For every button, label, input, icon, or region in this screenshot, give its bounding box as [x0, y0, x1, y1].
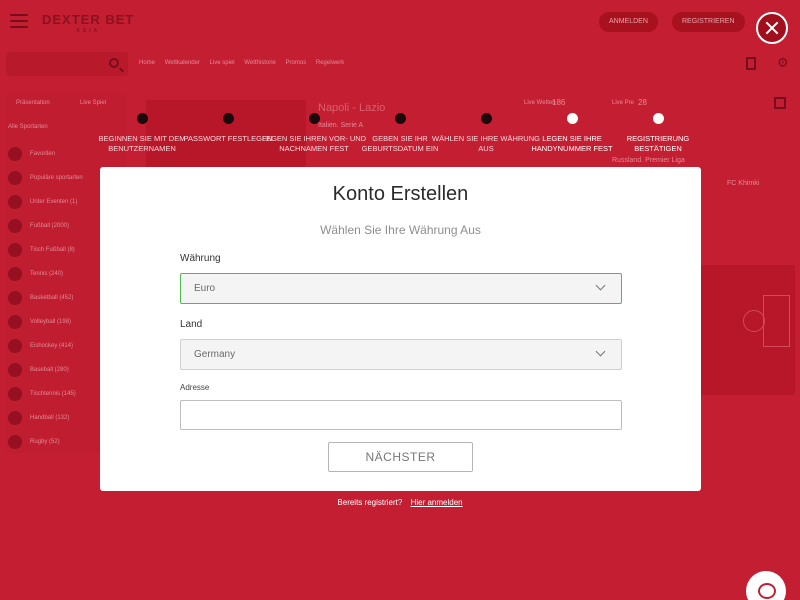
- table-tennis-icon: [8, 387, 22, 401]
- nav-link[interactable]: Promos: [286, 60, 307, 66]
- next-button[interactable]: NÄCHSTER: [328, 442, 473, 472]
- search-icon[interactable]: [109, 58, 119, 68]
- right-league: Russland. Premier Liga: [612, 157, 685, 164]
- sidebar-item[interactable]: Tennis (240): [8, 267, 63, 281]
- hockey-icon: [8, 339, 22, 353]
- already-registered-text: Bereits registriert?: [337, 498, 403, 507]
- registration-modal: Konto Erstellen Wählen Sie Ihre Währung …: [100, 167, 701, 491]
- chevron-down-icon: [595, 346, 606, 357]
- nav-link[interactable]: Regelwerk: [316, 60, 344, 66]
- modal-subtitle: Wählen Sie Ihre Währung Aus: [320, 223, 481, 237]
- nav-link[interactable]: Live spiel: [210, 60, 235, 66]
- sport-icon: [8, 171, 22, 185]
- login-button[interactable]: ANMELDEN: [599, 12, 658, 32]
- login-prompt: Bereits registriert? Hier anmelden: [0, 498, 800, 507]
- sport-icon: [8, 195, 22, 209]
- register-button[interactable]: REGISTRIEREN: [672, 12, 745, 32]
- country-label: Land: [180, 319, 203, 330]
- volleyball-icon: [8, 315, 22, 329]
- sidebar-tab[interactable]: Präsentation: [16, 100, 50, 106]
- brand-logo[interactable]: DEXTER BET ASIA: [42, 12, 134, 34]
- step-dot: [222, 113, 234, 124]
- tennis-ball-icon: [8, 267, 22, 281]
- country-select[interactable]: Germany: [180, 339, 622, 370]
- sidebar-item[interactable]: Rugby (52): [8, 435, 60, 449]
- sidebar-item[interactable]: Basketball (452): [8, 291, 73, 305]
- nav-link[interactable]: Home: [139, 60, 155, 66]
- step-dot: [566, 113, 578, 124]
- sidebar-item[interactable]: Unter Eventen (1): [8, 195, 77, 209]
- step-dot: [136, 113, 148, 124]
- sidebar-tab[interactable]: Live Spiel: [80, 100, 106, 106]
- currency-value: Euro: [194, 283, 216, 294]
- rugby-ball-icon: [8, 435, 22, 449]
- handball-icon: [8, 411, 22, 425]
- step-dot: [652, 113, 664, 124]
- country-value: Germany: [194, 349, 236, 360]
- currency-label: Währung: [180, 253, 221, 264]
- logo-subtext: ASIA: [76, 28, 101, 34]
- sidebar-item[interactable]: Eishockey (414): [8, 339, 73, 353]
- right-team: FC Khimki: [727, 180, 760, 187]
- address-input[interactable]: [180, 400, 622, 430]
- currency-select[interactable]: Euro: [180, 273, 622, 304]
- chevron-down-icon: [595, 280, 606, 291]
- step-dot: [308, 113, 320, 124]
- menu-icon[interactable]: [10, 14, 28, 28]
- gear-icon[interactable]: ⚙: [777, 56, 789, 69]
- nav-link[interactable]: Wetthistorie: [244, 60, 276, 66]
- sidebar-item[interactable]: Volleyball (198): [8, 315, 71, 329]
- top-bar: DEXTER BET ASIA ANMELDEN REGISTRIEREN: [0, 0, 800, 44]
- nav-link[interactable]: Wettkalender: [165, 60, 200, 66]
- logo-text: DEXTER BET: [42, 12, 135, 27]
- sidebar-item[interactable]: Handball (132): [8, 411, 69, 425]
- calculator-icon[interactable]: [746, 57, 756, 70]
- close-modal-button[interactable]: [756, 12, 788, 44]
- step-confirm: Registrierung bestätigen: [603, 113, 713, 154]
- sidebar-item[interactable]: Populäre sportarten: [8, 171, 83, 185]
- address-label: Adresse: [180, 383, 210, 392]
- sidebar-item[interactable]: Fußball (2000): [8, 219, 69, 233]
- sport-icon: [8, 243, 22, 257]
- basketball-icon: [8, 291, 22, 305]
- baseball-icon: [8, 363, 22, 377]
- step-dot: [480, 113, 492, 124]
- soccer-ball-icon: [8, 219, 22, 233]
- sidebar-item[interactable]: Tisch Fußball (8): [8, 243, 75, 257]
- pitch-graphic: [700, 265, 795, 395]
- sidebar-item[interactable]: Baseball (280): [8, 363, 69, 377]
- step-dot: [394, 113, 406, 124]
- main-nav: Home Wettkalender Live spiel Wetthistori…: [139, 60, 352, 66]
- sidebar-item[interactable]: Tischtennis (145): [8, 387, 76, 401]
- login-link[interactable]: Hier anmelden: [411, 498, 463, 507]
- modal-title: Konto Erstellen: [332, 183, 469, 205]
- step-label: Registrierung bestätigen: [626, 134, 690, 153]
